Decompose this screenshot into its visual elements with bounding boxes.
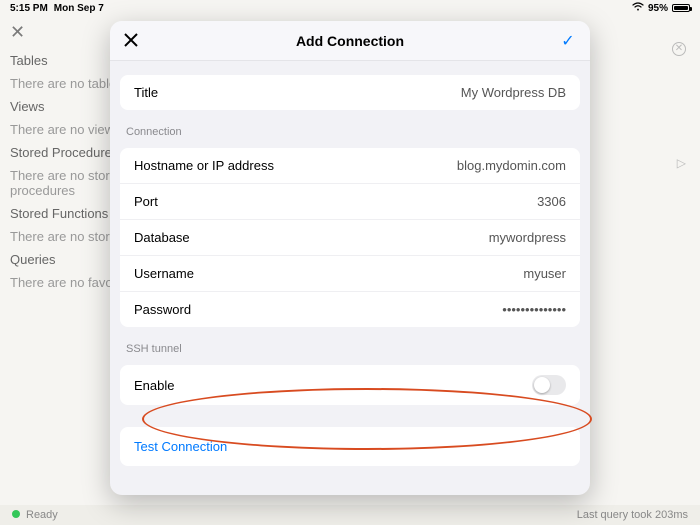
password-row[interactable]: Password ••••••••••••••: [120, 292, 580, 327]
battery-percent: 95%: [648, 3, 668, 14]
password-value: ••••••••••••••: [502, 302, 566, 317]
title-row[interactable]: Title My Wordpress DB: [120, 75, 580, 110]
confirm-button[interactable]: ✓: [558, 31, 578, 51]
status-date: Mon Sep 7: [54, 3, 104, 14]
database-label: Database: [134, 230, 190, 245]
connection-card: Hostname or IP address blog.mydomin.com …: [120, 148, 580, 327]
test-connection-label: Test Connection: [134, 439, 227, 454]
ssh-enable-row[interactable]: Enable: [120, 365, 580, 405]
connection-heading: Connection: [110, 112, 590, 142]
database-value: mywordpress: [489, 230, 566, 245]
status-bar: 5:15 PM Mon Sep 7 95%: [0, 0, 700, 16]
hostname-row[interactable]: Hostname or IP address blog.mydomin.com: [120, 148, 580, 184]
username-row[interactable]: Username myuser: [120, 256, 580, 292]
port-row[interactable]: Port 3306: [120, 184, 580, 220]
database-row[interactable]: Database mywordpress: [120, 220, 580, 256]
port-label: Port: [134, 194, 158, 209]
modal-header: Add Connection ✓: [110, 21, 590, 61]
status-time: 5:15 PM: [10, 3, 48, 14]
ssh-card: Enable: [120, 365, 580, 405]
modal-body: Title My Wordpress DB Connection Hostnam…: [110, 61, 590, 495]
add-connection-modal: Add Connection ✓ Title My Wordpress DB C…: [110, 21, 590, 495]
cancel-button[interactable]: [122, 31, 142, 51]
ssh-heading: SSH tunnel: [110, 329, 590, 359]
title-value: My Wordpress DB: [461, 85, 566, 100]
username-value: myuser: [523, 266, 566, 281]
ssh-enable-label: Enable: [134, 378, 174, 393]
password-label: Password: [134, 302, 191, 317]
modal-title: Add Connection: [296, 33, 404, 49]
ssh-enable-toggle[interactable]: [532, 375, 566, 395]
username-label: Username: [134, 266, 194, 281]
test-connection-button[interactable]: Test Connection: [120, 427, 580, 466]
wifi-icon: [632, 2, 644, 14]
port-value: 3306: [537, 194, 566, 209]
modal-backdrop: Add Connection ✓ Title My Wordpress DB C…: [0, 16, 700, 525]
battery-icon: [672, 4, 690, 12]
title-label: Title: [134, 85, 158, 100]
hostname-value: blog.mydomin.com: [457, 158, 566, 173]
test-connection-card: Test Connection: [120, 427, 580, 466]
hostname-label: Hostname or IP address: [134, 158, 274, 173]
title-card: Title My Wordpress DB: [120, 75, 580, 110]
